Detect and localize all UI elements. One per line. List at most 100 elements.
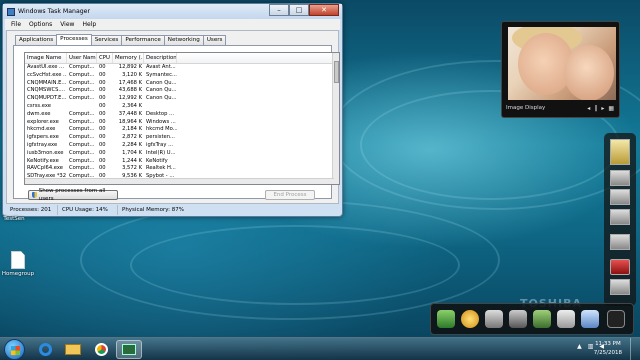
tab-processes[interactable]: Processes — [56, 34, 92, 45]
system-clock[interactable]: 11:33 PM 7/25/2018 — [594, 340, 622, 358]
table-row[interactable]: hkcmd.exe Comput... 00 2,184 K hkcmd Mo... — [25, 126, 339, 134]
cell-memory: 3,572 K — [122, 165, 142, 172]
title-bar[interactable]: Windows Task Manager – □ ✕ — [3, 4, 342, 19]
cell-user-name: Comput... — [69, 134, 95, 141]
dock-app-icon[interactable] — [461, 310, 479, 328]
column-memory[interactable]: Memory (... — [113, 53, 144, 63]
cell-description: Canon Qu... — [146, 95, 177, 102]
dock-app-icon[interactable] — [607, 310, 625, 328]
processes-panel: Image Name User Name CPU Memory (... Des… — [13, 45, 340, 202]
task-manager-window[interactable]: Windows Task Manager – □ ✕ File Options … — [2, 3, 343, 217]
taskbar: ▲ ▥ ◀ 11:33 PM 7/25/2018 — [0, 337, 640, 360]
network-icon[interactable]: ▥ — [588, 343, 594, 350]
table-row[interactable]: CNQMUPDT.E... Comput... 00 12,992 K Canon Qu… — [25, 95, 339, 103]
table-row[interactable]: CNQMMAIN.E... Comput... 00 17,468 K Canon Qu… — [25, 80, 339, 88]
table-row[interactable]: ccSvcHst.exe ... Comput... 00 3,120 K Symant… — [25, 72, 339, 80]
gadget-controls: ◂ ‖ ▸ ▦ — [587, 105, 614, 112]
pause-icon[interactable]: ‖ — [594, 105, 597, 112]
cell-description: persisten... — [146, 134, 175, 141]
minimize-button[interactable]: – — [269, 4, 289, 16]
menu-help[interactable]: Help — [82, 21, 96, 28]
process-list[interactable]: Image Name User Name CPU Memory (... Des… — [24, 52, 340, 185]
app-launcher-icon[interactable] — [610, 209, 630, 225]
cell-image-name: igfxpers.exe — [27, 134, 59, 141]
menu-view[interactable]: View — [60, 21, 74, 28]
cell-cpu: 00 — [99, 118, 106, 125]
cell-user-name: Comput... — [69, 157, 95, 164]
table-row[interactable]: dwm.exe Comput... 00 37,448 K Desktop ... — [25, 111, 339, 119]
cell-memory: 37,448 K — [118, 110, 142, 117]
cell-cpu: 00 — [99, 157, 106, 164]
tab-networking[interactable]: Networking — [163, 35, 204, 45]
tab-services[interactable]: Services — [90, 35, 123, 45]
desktop-icon-homegroup[interactable]: Homegroup — [1, 251, 35, 277]
desktop-icon-label: TestSen — [3, 216, 25, 222]
cell-description: hkcmd Mo... — [146, 126, 177, 133]
app-launcher-icon[interactable] — [610, 279, 630, 295]
column-cpu[interactable]: CPU — [97, 53, 113, 63]
table-row[interactable]: RAVCpl64.exe Comput... 00 3,572 K Realtek H.… — [25, 165, 339, 173]
scrollbar-thumb[interactable] — [334, 61, 339, 83]
internet-explorer-icon[interactable] — [32, 340, 58, 359]
tab-users[interactable]: Users — [202, 35, 227, 45]
tab-applications[interactable]: Applications — [15, 35, 58, 45]
tab-performance[interactable]: Performance — [121, 35, 165, 45]
table-row[interactable]: KeNotify.exe Comput... 00 1,244 K KeNotify — [25, 158, 339, 166]
dock-app-icon[interactable] — [437, 310, 455, 328]
task-manager-taskbar-button[interactable] — [116, 340, 142, 359]
file-explorer-icon[interactable] — [60, 340, 86, 359]
vertical-scrollbar[interactable] — [332, 53, 339, 184]
app-launcher-icon[interactable] — [610, 170, 630, 186]
maximize-button[interactable]: □ — [289, 4, 309, 16]
start-button[interactable] — [4, 339, 25, 360]
show-all-processes-button[interactable]: Show processes from all users — [28, 188, 118, 202]
dock-app-icon[interactable] — [509, 310, 527, 328]
show-desktop-button[interactable] — [630, 338, 640, 360]
status-bar: Processes: 201 CPU Usage: 14% Physical M… — [6, 205, 341, 215]
status-cpu: CPU Usage: 14% — [58, 205, 118, 215]
desktop-icon-label: Homegroup — [1, 271, 35, 277]
end-process-button[interactable]: End Process — [265, 190, 315, 200]
next-icon[interactable]: ▸ — [601, 105, 604, 112]
column-user-name[interactable]: User Name — [67, 53, 97, 63]
menu-options[interactable]: Options — [29, 21, 52, 28]
table-row[interactable]: csrss.exe 00 2,364 K — [25, 103, 339, 111]
cell-memory: 12,992 K — [118, 95, 142, 102]
cell-image-name: hkcmd.exe — [27, 126, 56, 133]
column-description[interactable]: Description — [144, 53, 177, 63]
cell-memory: 2,364 K — [122, 102, 142, 109]
app-launcher-icon[interactable] — [610, 189, 630, 205]
desktop-icon-testsen[interactable]: TestSen — [2, 216, 26, 222]
menu-file[interactable]: File — [11, 21, 21, 28]
app-launcher-icon[interactable] — [610, 234, 630, 250]
table-row[interactable]: AvastUI.exe ... Comput... 00 12,892 K Avast … — [25, 64, 339, 72]
dock-app-icon[interactable] — [581, 310, 599, 328]
previous-icon[interactable]: ◂ — [587, 105, 590, 112]
horizontal-scrollbar[interactable] — [25, 178, 334, 184]
cell-image-name: csrss.exe — [27, 102, 51, 109]
column-image-name[interactable]: Image Name — [25, 53, 67, 63]
table-row[interactable]: igfxtray.exe Comput... 00 2,284 K igfxTray .… — [25, 142, 339, 150]
cell-cpu: 00 — [99, 134, 106, 141]
app-launcher-icon[interactable] — [610, 259, 630, 275]
table-row[interactable]: explorer.exe Comput... 00 18,964 K Windows .… — [25, 119, 339, 127]
dock-app-icon[interactable] — [485, 310, 503, 328]
image-display-gadget[interactable]: Image Display ◂ ‖ ▸ ▦ — [501, 21, 620, 118]
close-button[interactable]: ✕ — [309, 4, 339, 16]
table-row[interactable]: igfxpers.exe Comput... 00 2,872 K persisten.… — [25, 134, 339, 142]
gadget-photo — [508, 27, 616, 100]
chrome-icon[interactable] — [88, 340, 114, 359]
table-row[interactable]: CNQMSWCS.... Comput... 00 43,688 K Canon Qu.… — [25, 87, 339, 95]
cell-user-name: Comput... — [69, 64, 95, 70]
dock-app-icon[interactable] — [557, 310, 575, 328]
dock-app-icon[interactable] — [533, 310, 551, 328]
cell-user-name: Comput... — [69, 79, 95, 86]
app-launcher-icon[interactable] — [610, 139, 630, 165]
process-list-header: Image Name User Name CPU Memory (... Des… — [25, 53, 339, 64]
cell-image-name: explorer.exe — [27, 118, 59, 125]
clock-date: 7/25/2018 — [593, 350, 622, 356]
windows-logo-icon — [11, 346, 20, 355]
view-icon[interactable]: ▦ — [608, 105, 614, 112]
table-row[interactable]: iusb3mon.exe Comput... 00 1,704 K Intel(R) U… — [25, 150, 339, 158]
tray-expand-icon[interactable]: ▲ — [577, 343, 582, 350]
